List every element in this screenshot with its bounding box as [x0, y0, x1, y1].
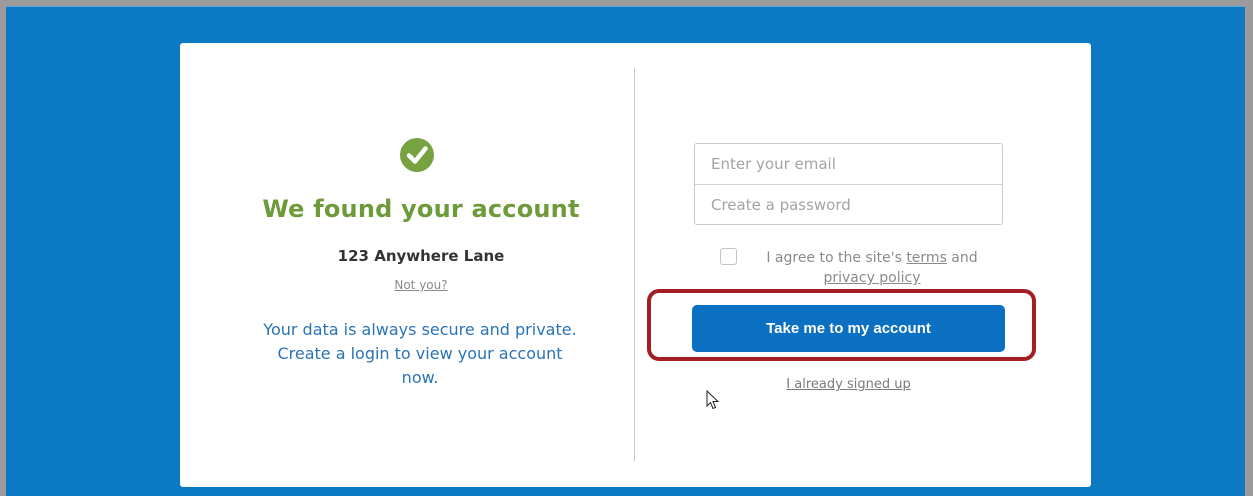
credentials-fieldset	[694, 143, 1003, 225]
security-message-line: Your data is always secure and private.	[263, 320, 577, 339]
signup-card: We found your account 123 Anywhere Lane …	[180, 43, 1091, 487]
security-message: Your data is always secure and private. …	[244, 318, 596, 390]
already-signed-up-link[interactable]: I already signed up	[754, 377, 943, 392]
terms-link[interactable]: terms	[906, 250, 947, 266]
account-address: 123 Anywhere Lane	[337, 247, 505, 265]
agree-checkbox[interactable]	[720, 248, 737, 265]
checkmark-circle-icon	[400, 138, 434, 172]
agree-text: I agree to the site's terms and privacy p…	[752, 248, 992, 288]
security-message-line: now.	[401, 368, 439, 387]
account-found-panel: We found your account 123 Anywhere Lane …	[180, 43, 634, 487]
password-field[interactable]	[695, 185, 1002, 225]
agree-and: and	[946, 250, 978, 266]
page-background: We found your account 123 Anywhere Lane …	[6, 6, 1245, 496]
mouse-cursor-icon	[706, 389, 720, 414]
terms-agreement: I agree to the site's terms and privacy p…	[720, 248, 990, 288]
email-field[interactable]	[695, 144, 1002, 184]
page-title: We found your account	[262, 195, 580, 223]
privacy-policy-link[interactable]: privacy policy	[823, 270, 920, 286]
take-me-to-account-button[interactable]: Take me to my account	[692, 305, 1005, 352]
agree-prefix: I agree to the site's	[766, 250, 907, 266]
panel-divider	[634, 68, 635, 461]
security-message-line: Create a login to view your account	[277, 344, 563, 363]
not-you-link[interactable]: Not you?	[180, 278, 662, 292]
